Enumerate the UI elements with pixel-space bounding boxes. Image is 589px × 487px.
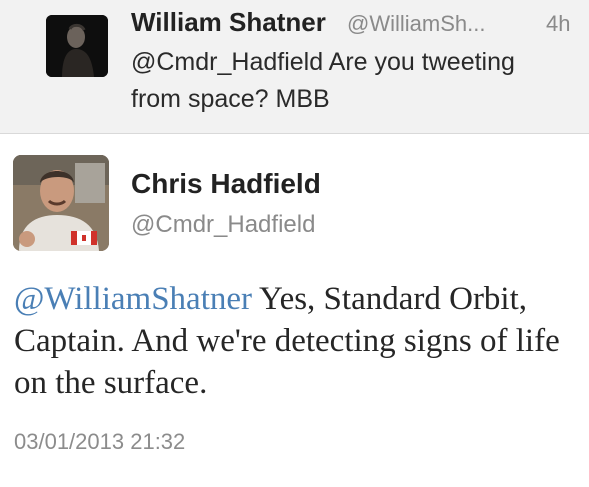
tweet-timestamp: 03/01/2013 21:32: [14, 429, 186, 454]
reply-tweet-text: @Cmdr_Hadfield Are you tweeting from spa…: [131, 48, 515, 113]
reply-time-ago: 4h: [546, 11, 571, 36]
person-portrait-icon: [46, 15, 108, 77]
reply-author-name[interactable]: William Shatner: [131, 7, 326, 38]
chris-hadfield-avatar[interactable]: [13, 155, 109, 251]
tweet-detail-screen: William Shatner @WilliamSh... 4h @Cmdr_H…: [0, 0, 589, 487]
tweet-author-name[interactable]: Chris Hadfield: [131, 168, 321, 200]
reply-author-handle[interactable]: @WilliamSh...: [347, 11, 485, 37]
tweet-text: @WilliamShatner Yes, Standard Orbit, Cap…: [14, 278, 584, 404]
tweet-author-handle[interactable]: @Cmdr_Hadfield: [131, 211, 315, 239]
mention-link[interactable]: @WilliamShatner: [14, 281, 252, 317]
william-shatner-avatar[interactable]: [46, 15, 108, 77]
astronaut-portrait-icon: [13, 155, 109, 251]
in-reply-to-tweet[interactable]: William Shatner @WilliamSh... 4h @Cmdr_H…: [0, 0, 589, 134]
